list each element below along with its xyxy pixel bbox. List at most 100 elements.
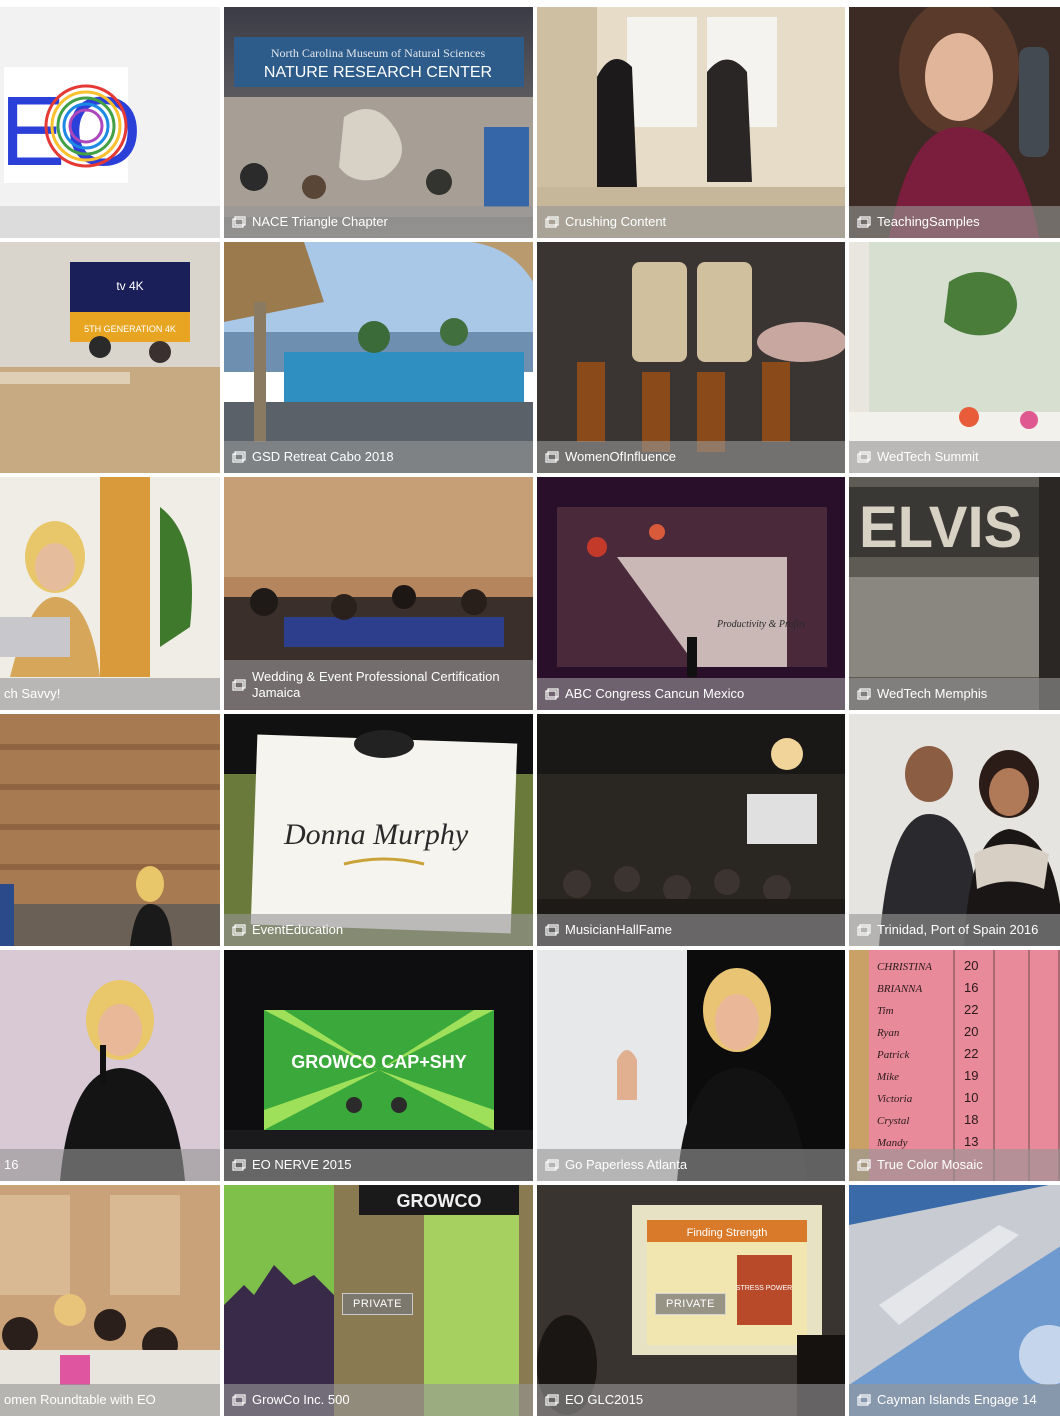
tile-caption-text: EO GLC2015 <box>565 1392 644 1407</box>
photo-album-icon <box>857 924 871 936</box>
gallery-tile[interactable]: ch Savvy! <box>0 477 220 710</box>
gallery-tile[interactable]: 16 <box>0 950 220 1181</box>
photo-album-icon <box>232 216 246 228</box>
board-score: 20 <box>964 1024 978 1039</box>
gallery-tile[interactable]: TeachingSamples <box>849 7 1060 238</box>
tv-screen-subtitle: 5TH GENERATION 4K <box>84 324 176 334</box>
gallery-tile[interactable]: Wedding & Event Professional Certificati… <box>224 477 533 710</box>
board-score: 10 <box>964 1090 978 1105</box>
tile-photo <box>537 242 845 473</box>
tile-photo <box>849 714 1060 946</box>
gallery-tile[interactable]: Go Paperless Atlanta <box>537 950 845 1181</box>
museum-sign-line2: NATURE RESEARCH CENTER <box>264 64 492 81</box>
gallery-tile[interactable]: Finding Strength STRESS POWER PRIVATE EO… <box>537 1185 845 1416</box>
gallery-tile[interactable]: ELVIS WedTech Memphis <box>849 477 1060 710</box>
tile-photo: North Carolina Museum of Natural Science… <box>224 7 533 238</box>
tile-caption: 16 <box>0 1149 220 1181</box>
photo-album-icon <box>857 1394 871 1406</box>
tile-caption: NACE Triangle Chapter <box>224 206 533 238</box>
tile-caption: omen Roundtable with EO <box>0 1384 220 1416</box>
tile-caption-text: GSD Retreat Cabo 2018 <box>252 449 394 464</box>
tile-photo: EO <box>0 7 220 238</box>
tile-caption: True Color Mosaic <box>849 1149 1060 1181</box>
photo-album-icon <box>545 216 559 228</box>
gallery-tile[interactable]: GROWCO CAP+SHY EO NERVE 2015 <box>224 950 533 1181</box>
gallery-tile[interactable]: Donna Murphy EventEducation <box>224 714 533 946</box>
tile-caption: Crushing Content <box>537 206 845 238</box>
tile-photo: tv 4K 5TH GENERATION 4K <box>0 242 220 473</box>
name-card-text: Donna Murphy <box>283 818 469 851</box>
board-name: Crystal <box>877 1115 909 1127</box>
tile-photo <box>537 714 845 946</box>
board-name: Victoria <box>877 1093 913 1105</box>
gallery-tile[interactable]: Cayman Islands Engage 14 <box>849 1185 1060 1416</box>
gallery-tile[interactable]: MusicianHallFame <box>537 714 845 946</box>
gallery-tile[interactable]: GSD Retreat Cabo 2018 <box>224 242 533 473</box>
board-score: 16 <box>964 980 978 995</box>
gallery-tile[interactable]: omen Roundtable with EO <box>0 1185 220 1416</box>
tile-photo <box>224 242 533 473</box>
tile-caption-text: Crushing Content <box>565 214 667 229</box>
tile-caption: Wedding & Event Professional Certificati… <box>224 660 533 710</box>
stage-screen-text: Productivity & Profits <box>716 619 806 630</box>
tile-photo: ELVIS <box>849 477 1060 710</box>
tile-caption: TeachingSamples <box>849 206 1060 238</box>
gallery-tile[interactable] <box>0 714 220 946</box>
tile-caption: EO NERVE 2015 <box>224 1149 533 1181</box>
tile-caption-text: Go Paperless Atlanta <box>565 1157 688 1172</box>
board-score: 22 <box>964 1002 978 1017</box>
photo-album-icon <box>545 1394 559 1406</box>
photo-album-icon <box>545 451 559 463</box>
gallery-tile[interactable]: Crushing Content <box>537 7 845 238</box>
tile-caption: WomenOfInfluence <box>537 441 845 473</box>
photo-album-icon <box>857 1159 871 1171</box>
tile-caption-text: WedTech Summit <box>877 449 979 464</box>
gallery-tile[interactable]: WomenOfInfluence <box>537 242 845 473</box>
tile-caption-text: TeachingSamples <box>877 214 980 229</box>
museum-sign-line1: North Carolina Museum of Natural Science… <box>271 46 486 60</box>
tile-photo <box>0 950 220 1181</box>
gallery-tile[interactable]: GROWCO PRIVATE GrowCo Inc. 500 <box>224 1185 533 1416</box>
tile-photo <box>537 7 845 238</box>
tile-caption: ch Savvy! <box>0 678 220 710</box>
tile-photo: Donna Murphy <box>224 714 533 946</box>
board-score: 18 <box>964 1112 978 1127</box>
tile-photo: GROWCO CAP+SHY <box>224 950 533 1181</box>
gallery-tile[interactable]: Productivity & Profits ABC Congress Canc… <box>537 477 845 710</box>
private-badge: PRIVATE <box>342 1293 413 1315</box>
tile-caption: GrowCo Inc. 500 <box>224 1384 533 1416</box>
gallery-tile-eo-logo[interactable]: EO <box>0 7 220 238</box>
growco-banner-text: GROWCO <box>397 1191 482 1211</box>
gallery-tile[interactable]: WedTech Summit <box>849 242 1060 473</box>
slide-book-title: STRESS POWER <box>736 1285 792 1292</box>
tile-caption-text: omen Roundtable with EO <box>4 1392 156 1407</box>
photo-album-icon <box>232 1394 246 1406</box>
gallery-tile[interactable]: CHRISTINA BRIANNA Tim Ryan Patrick Mike … <box>849 950 1060 1181</box>
gallery-tile[interactable]: North Carolina Museum of Natural Science… <box>224 7 533 238</box>
tv-screen-title: tv 4K <box>116 279 143 293</box>
tile-photo <box>849 242 1060 473</box>
tile-caption-text: WedTech Memphis <box>877 686 988 701</box>
tile-caption-text: Cayman Islands Engage 14 <box>877 1392 1037 1407</box>
photo-album-icon <box>232 924 246 936</box>
tile-caption: EO GLC2015 <box>537 1384 845 1416</box>
board-score: 22 <box>964 1046 978 1061</box>
photo-album-icon <box>232 679 246 691</box>
photo-album-icon <box>232 451 246 463</box>
tile-caption-text: ABC Congress Cancun Mexico <box>565 686 745 701</box>
tile-caption-text: EventEducation <box>252 922 344 937</box>
tile-caption: EventEducation <box>224 914 533 946</box>
tile-photo <box>537 950 845 1181</box>
gallery-tile[interactable]: tv 4K 5TH GENERATION 4K <box>0 242 220 473</box>
tile-caption-text: NACE Triangle Chapter <box>252 214 388 229</box>
stage-banner-text: GROWCO CAP+SHY <box>291 1052 467 1072</box>
tile-caption-text: EO NERVE 2015 <box>252 1157 352 1172</box>
tile-caption: GSD Retreat Cabo 2018 <box>224 441 533 473</box>
tile-caption-text: True Color Mosaic <box>877 1157 983 1172</box>
gallery-tile[interactable]: Trinidad, Port of Spain 2016 <box>849 714 1060 946</box>
tile-caption: Trinidad, Port of Spain 2016 <box>849 914 1060 946</box>
photo-gallery-grid: EO North Carolina Museum of Natural Scie… <box>0 0 1060 1416</box>
tile-caption-text: GrowCo Inc. 500 <box>252 1392 350 1407</box>
slide-title: Finding Strength <box>687 1227 768 1239</box>
board-name: Tim <box>877 1005 894 1017</box>
